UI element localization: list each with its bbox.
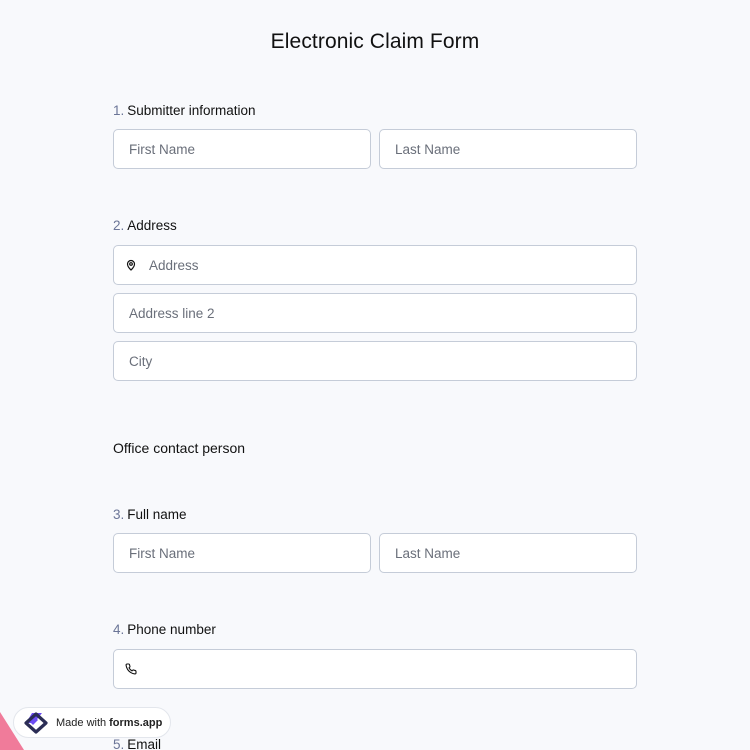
form-title: Electronic Claim Form [270,30,480,53]
placeholder-text: City [129,353,153,369]
placeholder-text: First Name [129,545,196,561]
made-with-badge[interactable]: Made with forms.app [13,707,171,738]
question-text: Phone number [127,622,216,637]
question-label-submitter: 1. Submitter information [113,103,256,118]
question-label-phone: 4. Phone number [113,622,216,637]
question-text: Address [127,218,177,233]
forms-app-logo-icon [22,711,50,735]
question-text: Email [127,737,162,750]
badge-brand: forms.app [109,716,163,729]
question-number: 2. [113,218,125,233]
question-text: Submitter information [127,103,256,118]
placeholder-text: Last Name [395,141,461,157]
question-label-full-name: 3. Full name [113,507,187,522]
section-title-office-contact: Office contact person [113,440,246,456]
contact-first-name-input[interactable]: First Name [113,533,371,573]
question-number: 1. [113,103,125,118]
question-label-email: 5. Email [113,737,161,750]
placeholder-text: Address line 2 [129,305,215,321]
question-number: 5. [113,737,125,750]
question-label-address: 2. Address [113,218,177,233]
placeholder-text: Last Name [395,545,461,561]
submitter-first-name-input[interactable]: First Name [113,129,371,169]
map-pin-icon [124,258,138,272]
contact-last-name-input[interactable]: Last Name [379,533,637,573]
address-input[interactable]: Address [113,245,637,285]
placeholder-text: Address [149,257,199,273]
address-line2-input[interactable]: Address line 2 [113,293,637,333]
question-number: 4. [113,622,125,637]
city-input[interactable]: City [113,341,637,381]
question-number: 3. [113,507,125,522]
placeholder-text: First Name [129,141,196,157]
phone-icon [124,662,138,676]
phone-input[interactable] [113,649,637,689]
badge-prefix: Made with [56,716,107,729]
question-text: Full name [127,507,187,522]
submitter-last-name-input[interactable]: Last Name [379,129,637,169]
